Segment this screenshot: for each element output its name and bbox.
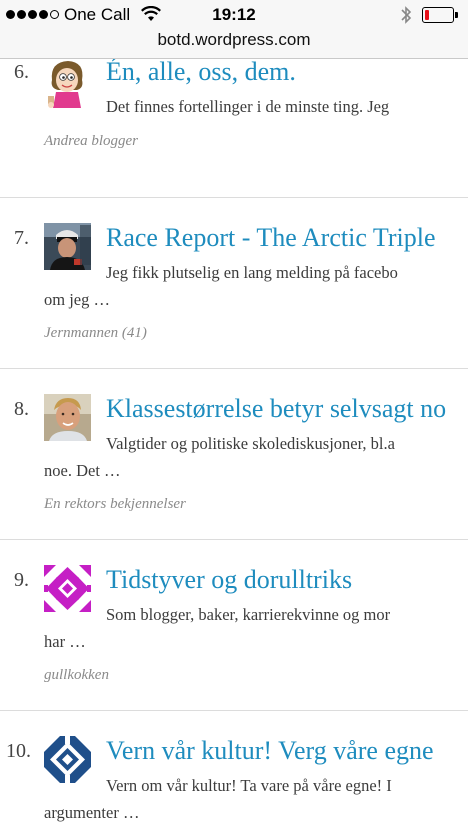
- post-rank: 7.: [14, 227, 29, 249]
- battery-icon: [422, 7, 458, 23]
- post-excerpt: Valgtider og politiske skolediskusjoner,…: [106, 434, 395, 453]
- url-text: botd.wordpress.com: [157, 30, 311, 49]
- post-rank: 9.: [14, 569, 29, 591]
- post-rank: 10.: [6, 740, 31, 762]
- post-rank: 6.: [14, 61, 29, 83]
- post-excerpt: Vern om vår kultur! Ta vare på våre egne…: [106, 776, 392, 795]
- divider: [0, 710, 468, 711]
- post-title-link[interactable]: Tidstyver og dorulltriks: [106, 565, 352, 595]
- blue-quilt-pattern-avatar[interactable]: [44, 736, 91, 783]
- divider: [0, 539, 468, 540]
- post-title-link[interactable]: Én, alle, oss, dem.: [106, 59, 296, 87]
- address-bar[interactable]: botd.wordpress.com: [0, 30, 468, 59]
- post-excerpt: Jeg fikk plutselig en lang melding på fa…: [106, 263, 398, 282]
- magenta-quilt-pattern-avatar[interactable]: [44, 565, 91, 612]
- post-title-link[interactable]: Vern vår kultur! Verg våre egne: [106, 736, 434, 766]
- post-excerpt: Som blogger, baker, karrierekvinne og mo…: [106, 605, 391, 624]
- post-author[interactable]: En rektors bekjennelser: [44, 496, 186, 513]
- clock: 19:12: [212, 5, 256, 24]
- post-author[interactable]: Jernmannen (41): [44, 325, 147, 342]
- bluetooth-icon: [400, 5, 412, 30]
- man-portrait-avatar[interactable]: [44, 394, 91, 441]
- post-excerpt-continued: noe. Det …: [44, 461, 121, 480]
- divider: [0, 197, 468, 198]
- post-author[interactable]: Andrea blogger: [44, 133, 138, 150]
- post-title-link[interactable]: Race Report - The Arctic Triple: [106, 223, 436, 253]
- post-excerpt-continued: har …: [44, 632, 86, 651]
- post-list: 6. Én, alle, oss, dem. Det finnes fortel…: [0, 59, 468, 831]
- cartoon-girl-avatar[interactable]: [44, 59, 91, 108]
- status-bar: One Call 19:12: [0, 0, 468, 30]
- post-excerpt: Det finnes fortellinger i de minste ting…: [106, 97, 390, 116]
- post-excerpt-continued: argumenter …: [44, 803, 140, 822]
- post-rank: 8.: [14, 398, 29, 420]
- post-excerpt-continued: om jeg …: [44, 290, 110, 309]
- divider: [0, 368, 468, 369]
- cyclist-photo-avatar[interactable]: [44, 223, 91, 270]
- post-title-link[interactable]: Klassestørrelse betyr selvsagt no: [106, 394, 446, 424]
- post-author[interactable]: gullkokken: [44, 667, 109, 684]
